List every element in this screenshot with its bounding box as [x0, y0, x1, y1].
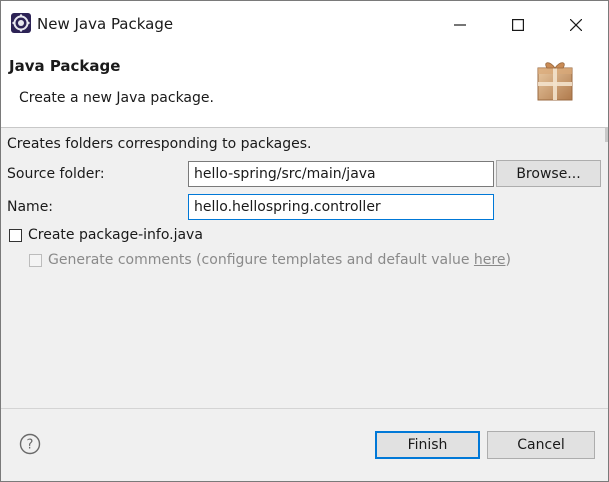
title-bar[interactable]: New Java Package: [1, 1, 608, 48]
generate-comments-row: Generate comments (configure templates a…: [29, 252, 511, 268]
package-name-input[interactable]: [188, 194, 494, 220]
button-bar: ? Finish Cancel: [1, 408, 608, 481]
package-wizard-icon: [535, 58, 575, 102]
page-description: Create a new Java package.: [19, 90, 214, 106]
wizard-content: Creates folders corresponding to package…: [1, 128, 608, 408]
eclipse-icon: [11, 13, 31, 33]
finish-button[interactable]: Finish: [375, 431, 480, 459]
minimize-button[interactable]: [431, 1, 489, 48]
maximize-button[interactable]: [489, 1, 547, 48]
generate-comments-checkbox: [29, 253, 42, 267]
cancel-button[interactable]: Cancel: [487, 431, 595, 459]
maximize-icon: [512, 18, 524, 31]
page-title: Java Package: [9, 57, 121, 75]
scrollbar[interactable]: [605, 128, 608, 142]
generate-comments-suffix: ): [505, 252, 511, 268]
source-folder-label: Source folder:: [7, 166, 105, 182]
info-text: Creates folders corresponding to package…: [7, 136, 312, 152]
window-title: New Java Package: [37, 15, 174, 33]
create-package-info-label: Create package-info.java: [28, 227, 203, 243]
create-package-info-checkbox[interactable]: [9, 228, 22, 242]
minimize-icon: [454, 19, 466, 31]
generate-comments-label: Generate comments (configure templates a…: [48, 252, 474, 268]
configure-templates-link: here: [473, 252, 506, 268]
wizard-banner: Java Package Create a new Java package.: [1, 48, 608, 128]
browse-button[interactable]: Browse...: [496, 160, 601, 187]
source-folder-input[interactable]: [188, 161, 494, 187]
svg-text:?: ?: [27, 438, 34, 453]
close-icon: [570, 18, 582, 31]
help-icon[interactable]: ?: [19, 433, 41, 455]
close-button[interactable]: [547, 1, 605, 48]
name-label: Name:: [7, 199, 54, 215]
create-package-info-row[interactable]: Create package-info.java: [9, 227, 203, 243]
new-java-package-dialog: New Java Package Java Package Create a n…: [0, 0, 609, 482]
